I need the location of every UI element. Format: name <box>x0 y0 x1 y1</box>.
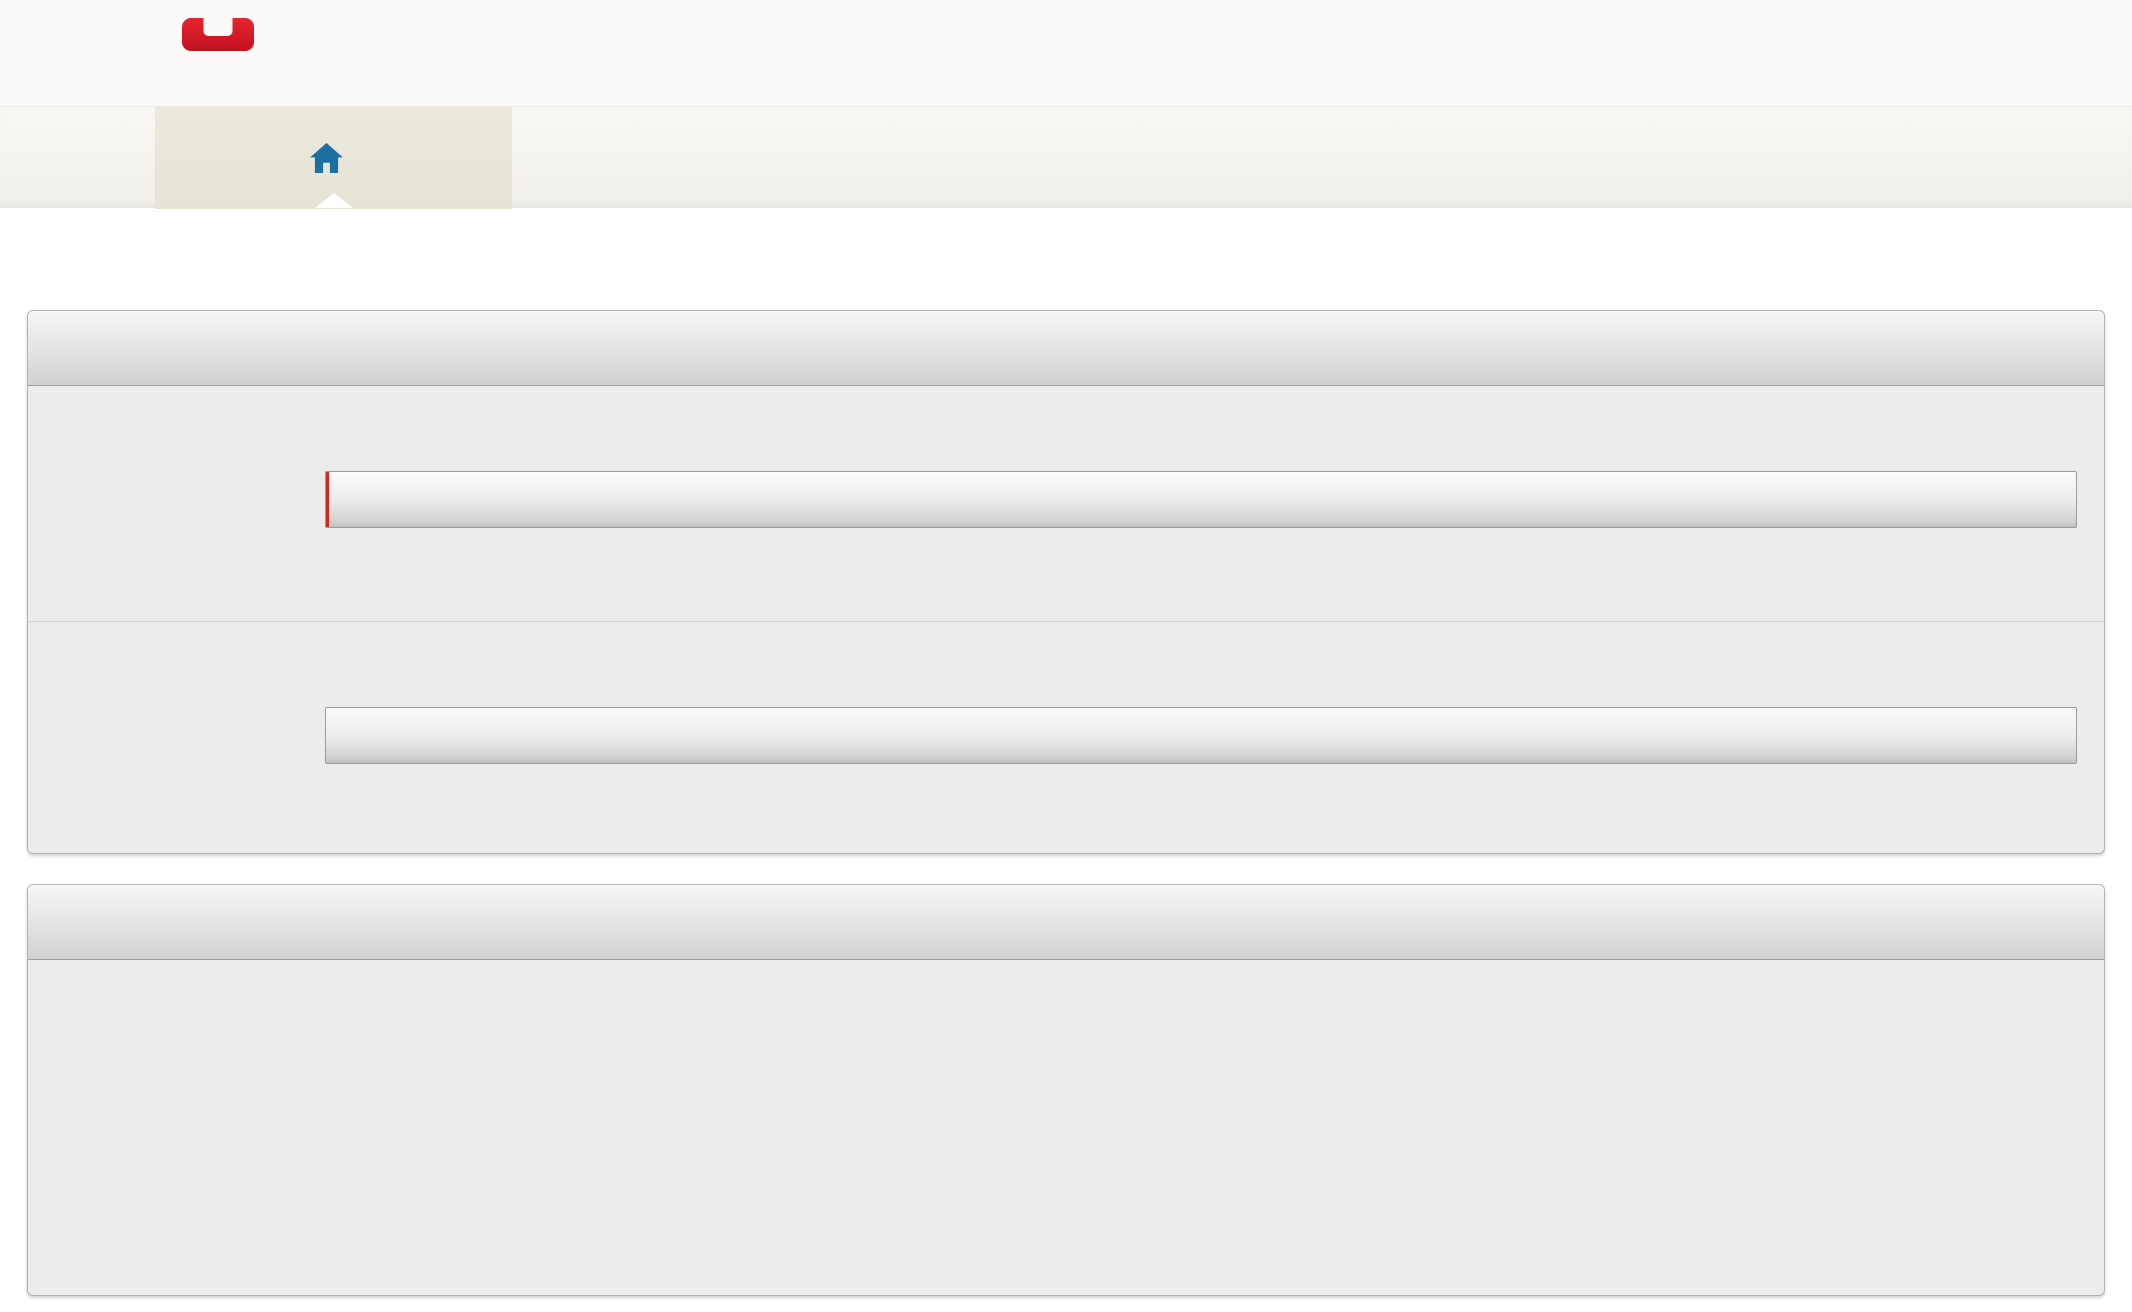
ram-overview-label <box>48 471 348 528</box>
buckets-panel <box>27 884 2105 1296</box>
home-icon <box>310 143 343 173</box>
top-header <box>0 0 2132 106</box>
disk-overview-row <box>28 621 2104 854</box>
ram-overview-content <box>325 386 2077 621</box>
disk-overview-content <box>325 622 2077 854</box>
couchbase-logo <box>118 12 318 58</box>
buckets-panel-header <box>28 885 2104 960</box>
buckets-charts <box>28 960 2104 1296</box>
couchbase-logo-icon <box>182 18 254 52</box>
disk-overview-label <box>48 707 348 764</box>
ram-usage-bar <box>325 471 2077 528</box>
utility-links <box>1970 14 2030 36</box>
ram-overview-row <box>28 386 2104 621</box>
cluster-panel-header <box>28 311 2104 386</box>
active-tab-pointer <box>315 193 353 208</box>
cluster-panel <box>27 310 2105 854</box>
couchbase-console <box>0 0 2132 1312</box>
ram-quota-marker <box>326 472 329 527</box>
disk-usage-bar <box>325 707 2077 764</box>
main-nav <box>0 106 2132 208</box>
operations-per-second-chart <box>151 994 1031 1294</box>
disk-fetches-per-second-chart <box>1106 994 1986 1294</box>
